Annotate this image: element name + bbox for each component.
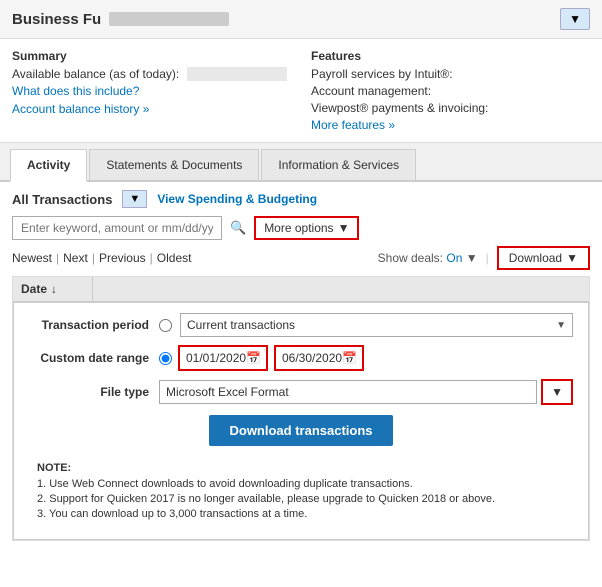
date-inputs: 01/01/2020 📅 06/30/2020 📅 [178,345,364,371]
features-label: Features [311,49,590,63]
transaction-period-label: Transaction period [29,318,149,332]
more-features-link[interactable]: More features » [311,118,395,132]
account-dropdown-button[interactable]: ▼ [560,8,590,30]
file-type-value: Microsoft Excel Format [166,385,289,399]
viewpost-label: Viewpost® payments & invoicing: [311,101,488,115]
custom-date-label: Custom date range [29,351,149,365]
note-title: NOTE: [37,462,565,474]
rest-column-header [93,277,589,301]
oldest-link[interactable]: Oldest [157,251,192,265]
account-title: Business Fu [12,11,101,28]
search-input[interactable] [12,216,222,240]
transactions-table: Date ↓ Transaction period Current transa… [12,276,590,541]
transaction-period-radio[interactable] [159,319,172,332]
date-from-field[interactable]: 01/01/2020 📅 [178,345,268,371]
file-type-row: File type Microsoft Excel Format ▼ [29,379,573,405]
account-header: Business Fu ▼ [0,0,602,39]
file-type-dropdown-button[interactable]: ▼ [541,379,573,405]
features-section: Features Payroll services by Intuit®: Ac… [311,49,590,132]
all-transactions-title: All Transactions [12,192,112,207]
more-options-arrow-icon: ▼ [338,221,350,235]
account-balance-link[interactable]: Account balance history » [12,102,149,116]
search-bar: 🔍 More options ▼ [12,216,590,240]
period-select-arrow-icon: ▼ [556,320,566,331]
date-to-field[interactable]: 06/30/2020 📅 [274,345,364,371]
table-header-row: Date ↓ [13,277,589,302]
next-link[interactable]: Next [63,251,88,265]
download-button[interactable]: Download ▼ [497,246,590,270]
balance-label: Available balance (as of today): [12,67,179,81]
more-options-button[interactable]: More options ▼ [254,216,359,240]
date-column-header[interactable]: Date ↓ [13,277,93,301]
download-transactions-button[interactable]: Download transactions [209,415,392,446]
nav-row: Newest | Next | Previous | Oldest Show d… [12,246,590,270]
calendar-from-icon[interactable]: 📅 [246,351,261,365]
account-title-redacted [109,12,229,26]
tab-info-services[interactable]: Information & Services [261,149,416,180]
summary-label: Summary [12,49,291,63]
account-info-section: Summary Available balance (as of today):… [0,39,602,143]
calendar-to-icon[interactable]: 📅 [342,351,357,365]
show-deals-label: Show deals: On ▼ [378,251,478,265]
period-select-value: Current transactions [187,318,295,332]
date-to-value: 06/30/2020 [282,351,342,365]
spending-budgeting-link[interactable]: View Spending & Budgeting [157,192,317,206]
show-deals-value: On [446,251,462,265]
period-select-dropdown[interactable]: Current transactions ▼ [180,313,573,337]
main-tabs: Activity Statements & Documents Informat… [0,143,602,182]
custom-date-range-row: Custom date range 01/01/2020 📅 06/30/202… [29,345,573,371]
note-item-3: 3. You can download up to 3,000 transact… [37,508,565,520]
transactions-dropdown-button[interactable]: ▼ [122,190,147,208]
file-type-dropdown-icon: ▼ [551,385,563,399]
show-deals-toggle-icon[interactable]: ▼ [466,251,478,265]
download-arrow-icon: ▼ [566,251,578,265]
sort-icon: ↓ [51,282,57,296]
note-item-2: 2. Support for Quicken 2017 is no longer… [37,493,565,505]
account-mgmt-label: Account management: [311,84,431,98]
balance-value [187,67,287,81]
custom-date-radio[interactable] [159,352,172,365]
notes-section: NOTE: 1. Use Web Connect downloads to av… [29,456,573,529]
more-options-label: More options [264,221,333,235]
date-header-label: Date [21,282,47,296]
file-type-select: Microsoft Excel Format [159,380,537,404]
transaction-bar: All Transactions ▼ View Spending & Budge… [12,190,590,208]
note-item-1: 1. Use Web Connect downloads to avoid do… [37,478,565,490]
what-includes-link[interactable]: What does this include? [12,84,139,98]
main-content: All Transactions ▼ View Spending & Budge… [0,182,602,549]
file-type-label: File type [29,385,149,399]
newest-link[interactable]: Newest [12,251,52,265]
tab-statements[interactable]: Statements & Documents [89,149,259,180]
pagination-links: Newest | Next | Previous | Oldest [12,251,191,265]
tab-activity[interactable]: Activity [10,149,87,182]
payroll-label: Payroll services by Intuit®: [311,67,453,81]
previous-link[interactable]: Previous [99,251,146,265]
transaction-period-row: Transaction period Current transactions … [29,313,573,337]
search-icon[interactable]: 🔍 [230,220,246,236]
download-label: Download [509,251,562,265]
date-from-value: 01/01/2020 [186,351,246,365]
summary-section: Summary Available balance (as of today):… [12,49,291,132]
download-panel: Transaction period Current transactions … [13,302,589,540]
